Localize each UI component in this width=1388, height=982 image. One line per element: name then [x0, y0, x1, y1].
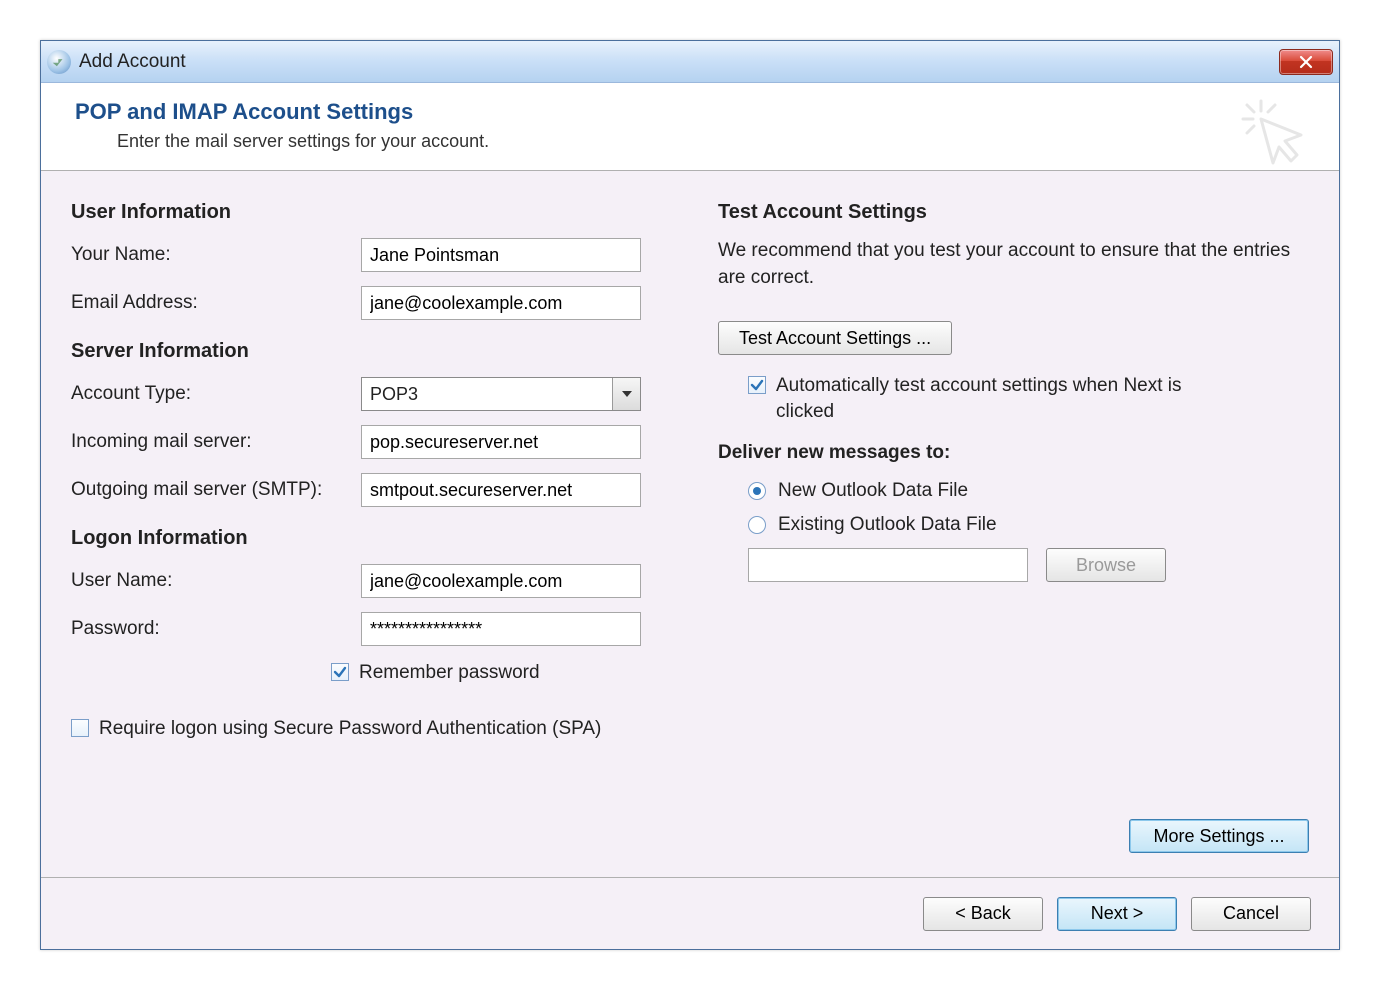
- left-column: User Information Your Name: Email Addres…: [71, 201, 662, 877]
- window-title: Add Account: [79, 51, 186, 73]
- email-row: Email Address:: [71, 286, 662, 320]
- remember-password-row: Remember password: [331, 660, 662, 686]
- close-button[interactable]: [1279, 49, 1333, 75]
- outgoing-row: Outgoing mail server (SMTP):: [71, 473, 662, 507]
- more-settings-button[interactable]: More Settings ...: [1129, 819, 1309, 853]
- incoming-row: Incoming mail server:: [71, 425, 662, 459]
- outgoing-input[interactable]: [361, 473, 641, 507]
- new-data-file-label: New Outlook Data File: [778, 480, 968, 502]
- account-type-row: Account Type: POP3: [71, 377, 662, 411]
- test-account-settings-button[interactable]: Test Account Settings ...: [718, 321, 952, 355]
- test-heading: Test Account Settings: [718, 201, 1309, 224]
- existing-data-file-row: Existing Outlook Data File: [748, 514, 1309, 536]
- username-label: User Name:: [71, 570, 361, 592]
- server-info-heading: Server Information: [71, 340, 662, 363]
- your-name-row: Your Name:: [71, 238, 662, 272]
- incoming-input[interactable]: [361, 425, 641, 459]
- email-input[interactable]: [361, 286, 641, 320]
- auto-test-label: Automatically test account settings when…: [776, 373, 1196, 424]
- auto-test-row: Automatically test account settings when…: [748, 373, 1309, 424]
- add-account-window: Add Account POP and IMAP Account Setting…: [40, 40, 1340, 950]
- remember-password-label: Remember password: [359, 660, 540, 686]
- right-column: Test Account Settings We recommend that …: [718, 201, 1309, 877]
- cursor-click-icon: [1239, 97, 1309, 167]
- existing-file-path-row: Browse: [748, 548, 1309, 582]
- new-data-file-radio[interactable]: [748, 482, 766, 500]
- next-button[interactable]: Next >: [1057, 897, 1177, 931]
- browse-button: Browse: [1046, 548, 1166, 582]
- your-name-label: Your Name:: [71, 244, 361, 266]
- new-data-file-row: New Outlook Data File: [748, 480, 1309, 502]
- outgoing-label: Outgoing mail server (SMTP):: [71, 479, 361, 501]
- spa-checkbox[interactable]: [71, 719, 89, 737]
- test-description: We recommend that you test your account …: [718, 238, 1309, 291]
- password-input[interactable]: [361, 612, 641, 646]
- more-settings-wrap: More Settings ...: [1129, 819, 1309, 853]
- page-subtitle: Enter the mail server settings for your …: [117, 131, 1311, 152]
- remember-password-checkbox[interactable]: [331, 663, 349, 681]
- logon-info-heading: Logon Information: [71, 527, 662, 550]
- spa-label: Require logon using Secure Password Auth…: [99, 716, 601, 742]
- password-label: Password:: [71, 618, 361, 640]
- username-input[interactable]: [361, 564, 641, 598]
- existing-file-input: [748, 548, 1028, 582]
- content-area: User Information Your Name: Email Addres…: [41, 171, 1339, 877]
- user-info-heading: User Information: [71, 201, 662, 224]
- chevron-down-icon: [612, 378, 640, 410]
- header-pane: POP and IMAP Account Settings Enter the …: [41, 83, 1339, 171]
- existing-data-file-radio[interactable]: [748, 516, 766, 534]
- page-heading: POP and IMAP Account Settings: [75, 99, 1311, 125]
- auto-test-checkbox[interactable]: [748, 376, 766, 394]
- globe-icon: [47, 50, 71, 74]
- deliver-heading: Deliver new messages to:: [718, 442, 1309, 464]
- username-row: User Name:: [71, 564, 662, 598]
- back-button[interactable]: < Back: [923, 897, 1043, 931]
- cancel-button[interactable]: Cancel: [1191, 897, 1311, 931]
- close-icon: [1299, 55, 1313, 69]
- existing-data-file-label: Existing Outlook Data File: [778, 514, 997, 536]
- password-row: Password:: [71, 612, 662, 646]
- email-label: Email Address:: [71, 292, 361, 314]
- your-name-input[interactable]: [361, 238, 641, 272]
- account-type-label: Account Type:: [71, 383, 361, 405]
- spa-row: Require logon using Secure Password Auth…: [71, 716, 662, 742]
- account-type-value: POP3: [362, 384, 612, 405]
- incoming-label: Incoming mail server:: [71, 431, 361, 453]
- wizard-footer: < Back Next > Cancel: [41, 877, 1339, 949]
- account-type-select[interactable]: POP3: [361, 377, 641, 411]
- titlebar: Add Account: [41, 41, 1339, 83]
